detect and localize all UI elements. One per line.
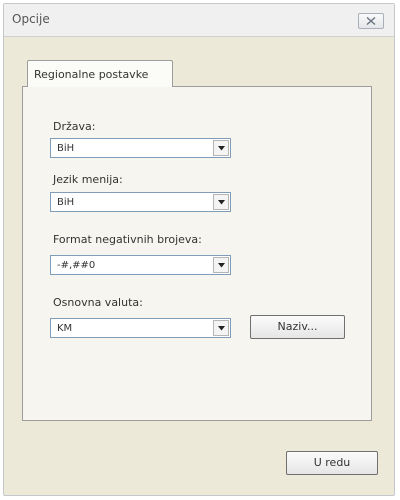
negative-format-dropdown-button[interactable]	[213, 257, 229, 273]
name-button[interactable]: Naziv...	[250, 315, 345, 339]
negative-format-select[interactable]: -#,##0	[50, 255, 231, 275]
close-button[interactable]	[358, 13, 384, 29]
title-bar[interactable]: Opcije	[4, 4, 394, 37]
chevron-down-icon	[218, 326, 225, 331]
tab-regional-settings[interactable]: Regionalne postavke	[27, 60, 173, 87]
chevron-down-icon	[218, 263, 225, 268]
country-dropdown-button[interactable]	[213, 140, 229, 156]
menu-language-select[interactable]: BiH	[50, 192, 231, 212]
menu-language-value: BiH	[57, 197, 75, 208]
country-value: BiH	[57, 143, 75, 154]
base-currency-dropdown-button[interactable]	[213, 320, 229, 336]
chevron-down-icon	[218, 200, 225, 205]
window-title: Opcije	[12, 12, 50, 26]
base-currency-select[interactable]: KM	[50, 318, 231, 338]
tab-label: Regionalne postavke	[34, 68, 149, 81]
tab-panel	[22, 86, 372, 421]
close-icon	[366, 17, 376, 25]
base-currency-value: KM	[57, 323, 73, 334]
menu-language-label: Jezik menija:	[53, 173, 123, 186]
negative-format-label: Format negativnih brojeva:	[53, 233, 202, 246]
country-label: Država:	[53, 120, 96, 133]
chevron-down-icon	[218, 146, 225, 151]
base-currency-label: Osnovna valuta:	[53, 296, 143, 309]
ok-button[interactable]: U redu	[286, 451, 378, 475]
negative-format-value: -#,##0	[57, 260, 96, 271]
menu-language-dropdown-button[interactable]	[213, 194, 229, 210]
country-select[interactable]: BiH	[50, 138, 231, 158]
